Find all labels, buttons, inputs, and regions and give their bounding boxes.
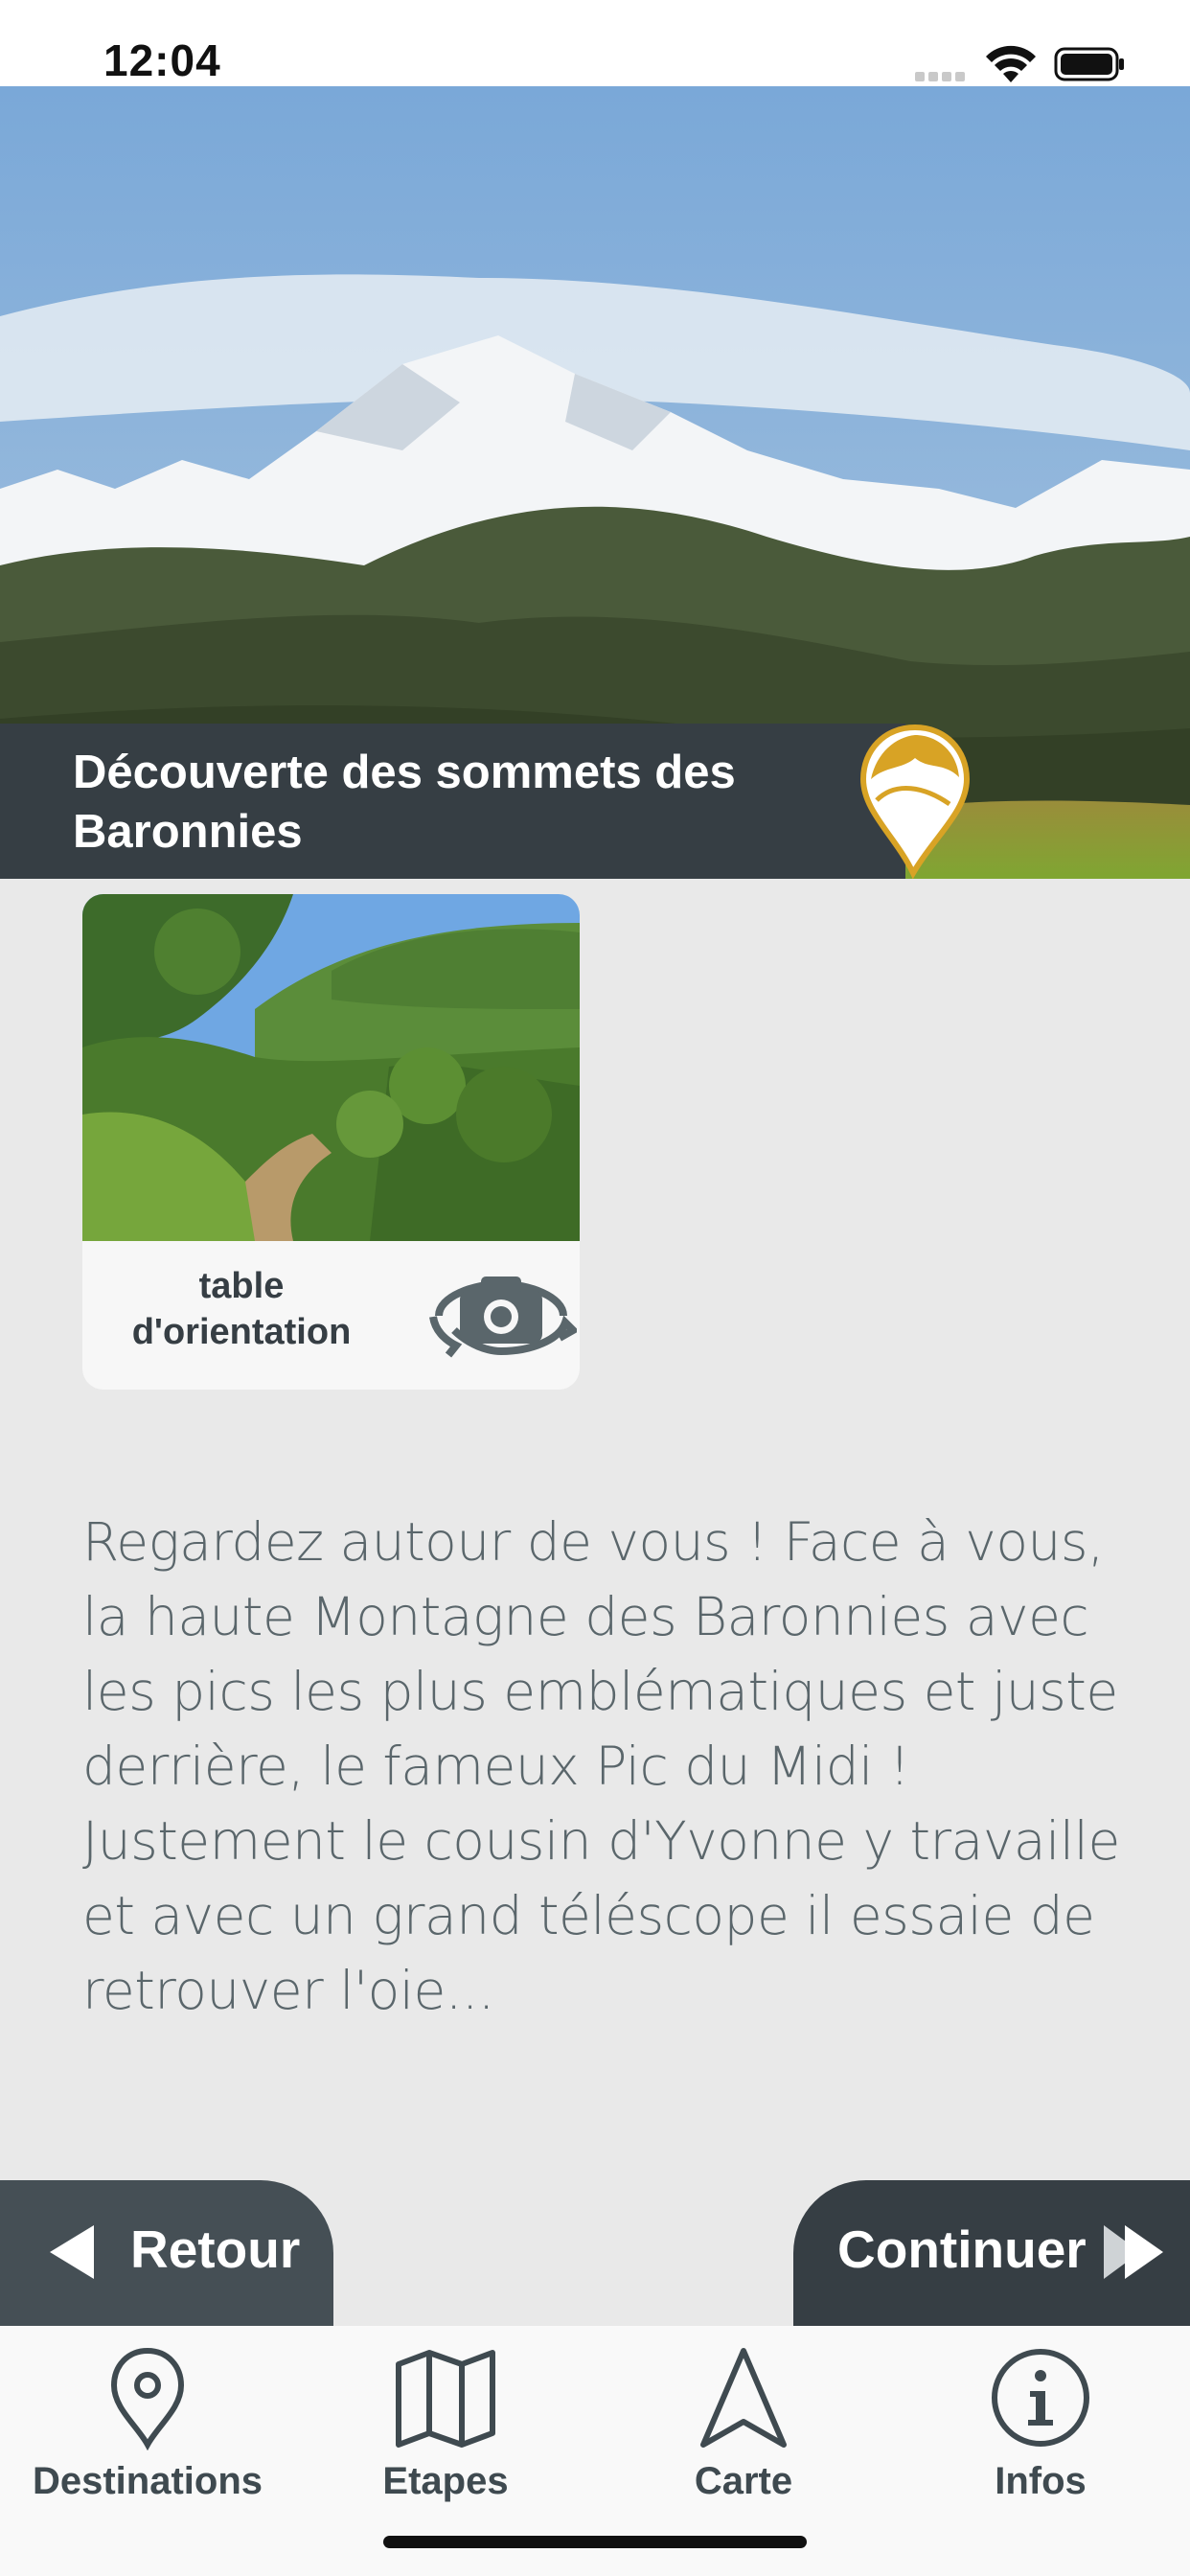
tab-label: Infos <box>995 2460 1087 2502</box>
arrow-left-icon <box>50 2225 94 2279</box>
rotate-camera-icon[interactable] <box>425 1263 577 1368</box>
continue-button[interactable]: Continuer <box>793 2180 1190 2326</box>
page-title: Découverte des sommets des Baronnies <box>73 747 736 858</box>
back-button[interactable]: Retour <box>0 2180 333 2326</box>
info-icon <box>992 2349 1089 2447</box>
back-button-label: Retour <box>130 2220 301 2279</box>
mountain-pin-logo-icon <box>859 724 971 879</box>
tab-carte[interactable]: Carte <box>619 2335 868 2502</box>
map-icon <box>396 2350 495 2448</box>
tab-label: Carte <box>694 2460 793 2502</box>
photo-card[interactable]: table d'orientation <box>82 894 580 1390</box>
tab-label: Etapes <box>382 2460 509 2502</box>
tab-destinations[interactable]: Destinations <box>23 2335 272 2502</box>
continue-button-label: Continuer <box>837 2220 1087 2279</box>
status-bar: 12:04 <box>0 0 1190 86</box>
battery-icon <box>1054 47 1124 81</box>
status-time: 12:04 <box>103 35 221 85</box>
tab-etapes[interactable]: Etapes <box>321 2335 570 2502</box>
description-text: Regardez autour de vous ! Face à vous, l… <box>82 1511 1120 2021</box>
home-indicator[interactable] <box>383 2536 807 2548</box>
trail-photo <box>82 894 580 1241</box>
signal-icon <box>915 69 971 81</box>
card-label: table d'orientation <box>131 1266 352 1352</box>
wifi-icon <box>986 45 1036 82</box>
tab-infos[interactable]: Infos <box>916 2335 1165 2502</box>
double-arrow-right-icon <box>1104 2225 1163 2279</box>
navigation-arrow-icon <box>700 2348 787 2448</box>
location-pin-icon <box>110 2347 185 2450</box>
tab-label: Destinations <box>32 2460 263 2502</box>
